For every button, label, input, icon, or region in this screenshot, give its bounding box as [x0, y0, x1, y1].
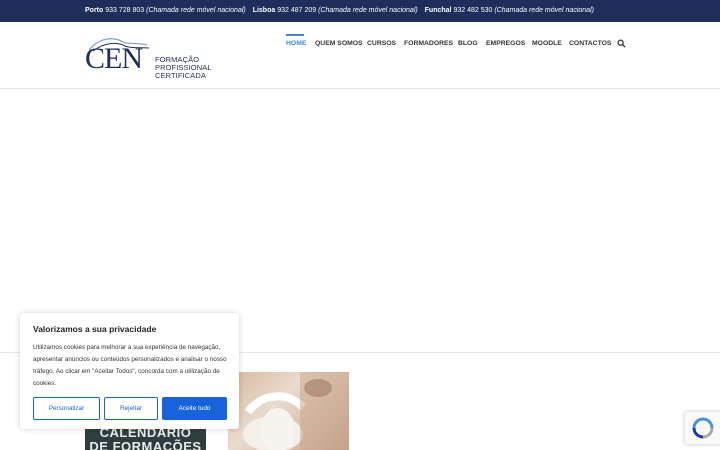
phone-lisboa[interactable]: 932 487 209: [277, 7, 316, 14]
phone-funchal[interactable]: 932 482 530: [453, 7, 492, 14]
cookie-description: Utilizamos cookies para melhorar a sua e…: [33, 344, 227, 387]
nav-formadores[interactable]: FORMADORES: [404, 40, 453, 47]
phone-note: (Chamada rede móvel nacional): [318, 7, 418, 14]
search-icon[interactable]: [617, 39, 626, 48]
nav-home[interactable]: HOME: [286, 34, 307, 47]
city-lisboa-label: Lisboa: [252, 7, 276, 14]
site-header: CEN FORMAÇÃO PROFISSIONAL CERTIFICADA HO…: [0, 22, 720, 89]
recaptcha-badge[interactable]: [685, 412, 720, 444]
nav-contactos[interactable]: CONTACTOS: [569, 40, 611, 47]
cen-logo[interactable]: CEN FORMAÇÃO PROFISSIONAL CERTIFICADA: [85, 36, 250, 80]
contact-funchal: Funchal 932 482 530 (Chamada rede móvel …: [425, 7, 594, 14]
cookie-customize-button[interactable]: Personalizar: [33, 397, 100, 420]
contact-porto: Porto 933 728 803 (Chamada rede móvel na…: [85, 7, 246, 14]
facial-treatment-image[interactable]: [228, 372, 349, 450]
phone-porto[interactable]: 933 728 803: [105, 7, 144, 14]
contact-info: Porto 933 728 803 (Chamada rede móvel na…: [85, 7, 599, 14]
nav-empregos[interactable]: EMPREGOS: [486, 40, 525, 47]
city-porto-label: Porto: [85, 7, 104, 14]
cookie-reject-button[interactable]: Rejeitar: [104, 397, 158, 420]
phone-note: (Chamada rede móvel nacional): [146, 7, 246, 14]
nav-blog[interactable]: BLOG: [458, 40, 478, 47]
nav-home-label: HOME: [286, 40, 307, 47]
logo-mark: CEN: [85, 42, 143, 75]
nav-active-indicator: [286, 34, 304, 36]
cookie-accept-button[interactable]: Aceite tudo: [162, 397, 227, 420]
contact-topbar: Porto 933 728 803 (Chamada rede móvel na…: [0, 0, 720, 22]
recaptcha-icon: [692, 417, 714, 439]
nav-quem-somos[interactable]: QUEM SOMOS: [315, 40, 363, 47]
promo-line2: DE FORMAÇÕES: [89, 439, 202, 450]
face-mask-illustration: [243, 372, 349, 450]
cookie-consent-banner: Valorizamos a sua privacidade Utilizamos…: [20, 313, 239, 429]
contact-lisboa: Lisboa 932 487 209 (Chamada rede móvel n…: [253, 7, 418, 14]
nav-moodle[interactable]: MOODLE: [532, 40, 562, 47]
logo-tagline-line2: CERTIFICADA: [155, 71, 206, 80]
logo-tagline: FORMAÇÃO PROFISSIONAL CERTIFICADA: [155, 56, 250, 80]
cookie-title: Valorizamos a sua privacidade: [33, 324, 157, 334]
nav-cursos[interactable]: CURSOS: [367, 40, 396, 47]
city-funchal-label: Funchal: [424, 7, 452, 14]
logo-tagline-line1: FORMAÇÃO PROFISSIONAL: [155, 55, 212, 72]
phone-note: (Chamada rede móvel nacional): [494, 7, 594, 14]
